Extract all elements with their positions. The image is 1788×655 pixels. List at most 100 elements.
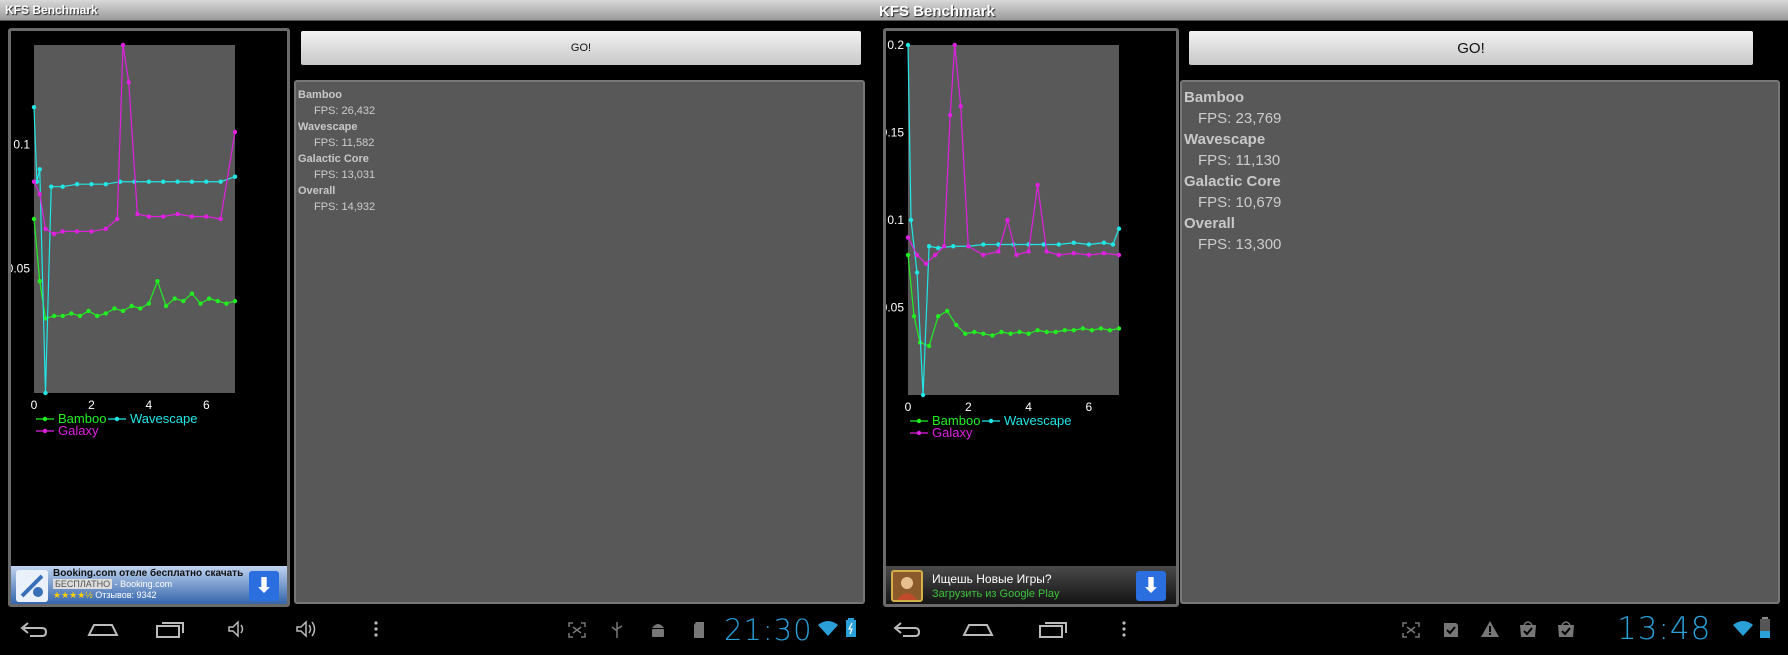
home-icon[interactable] (86, 619, 120, 644)
data-point-wavescape (175, 179, 180, 184)
back-icon[interactable] (891, 619, 921, 644)
data-point-galaxy (1086, 252, 1092, 258)
data-point-bamboo (972, 329, 977, 335)
download-arrow-icon[interactable]: ⬇ (1136, 571, 1166, 601)
data-point-bamboo (155, 278, 160, 284)
ad-banner[interactable]: Booking.com отеле бесплатно скачать БЕСП… (11, 566, 287, 604)
x-tick-label: 6 (203, 398, 210, 412)
result-fps: FPS: 10,679 (1198, 194, 1282, 211)
data-point-bamboo (215, 298, 220, 304)
menu-icon[interactable] (1119, 619, 1129, 644)
legend-label: Galaxy (932, 425, 973, 440)
result-bamboo: Bamboo FPS: 26,432 (298, 87, 863, 119)
screen-left: KFS Benchmark 0.1 0.05 0 2 4 6 Bamboo Wavescape… (0, 0, 877, 655)
data-point-wavescape (132, 179, 137, 184)
data-point-galaxy (1101, 251, 1107, 256)
bag-check-icon (1518, 619, 1538, 644)
result-name: Wavescape (298, 121, 358, 133)
data-point-bamboo (189, 291, 195, 296)
recent-apps-icon[interactable] (1037, 619, 1069, 644)
data-point-galaxy (161, 214, 166, 219)
data-point-galaxy (1071, 251, 1076, 256)
data-point-galaxy (120, 42, 126, 48)
legend-marker (916, 430, 922, 436)
data-point-bamboo (944, 308, 950, 314)
system-navbar: 13:48 (877, 611, 1788, 655)
ad-source-line: БЕСПЛАТНО - Booking.com (53, 579, 172, 589)
ad-banner[interactable]: Ищешь Новые Игры? Загрузить из Google Pl… (886, 566, 1176, 604)
data-point-wavescape (103, 182, 108, 187)
data-point-wavescape (161, 179, 166, 184)
volume-icon[interactable] (226, 619, 250, 644)
y-tick-label: 0.05 (11, 262, 30, 276)
menu-icon[interactable] (371, 619, 381, 644)
go-button[interactable]: GO! (1189, 31, 1753, 65)
result-galactic-core: Galactic Core FPS: 10,679 (1184, 171, 1778, 213)
fps-chart: 0.10.050246BambooWavescapeGalaxy (11, 42, 238, 438)
result-fps: FPS: 13,031 (314, 169, 376, 181)
data-point-bamboo (172, 296, 177, 301)
screen-right: KFS Benchmark 0.2 0.15 0.1 0.05 0 2 4 6 Bamboo Wa… (877, 0, 1788, 655)
data-point-galaxy (905, 235, 911, 240)
ad-title: Ищешь Новые Игры? (932, 572, 1052, 586)
data-point-galaxy (966, 244, 971, 249)
legend-marker (988, 418, 994, 424)
bag-check-icon (1556, 619, 1576, 644)
ad-rating-line: ★★★★½ Отзывов: 9342 (53, 590, 157, 601)
y-tick-label: 0.15 (886, 126, 904, 140)
data-point-wavescape (37, 167, 42, 172)
result-fps: FPS: 11,582 (314, 137, 375, 149)
recent-apps-icon[interactable] (154, 619, 186, 644)
status-clock: 13:48 (1617, 611, 1712, 647)
result-wavescape: Wavescape FPS: 11,130 (1184, 129, 1778, 171)
data-point-galaxy (923, 261, 929, 266)
legend-label: Wavescape (130, 411, 197, 426)
data-point-bamboo (1071, 328, 1076, 333)
data-point-wavescape (218, 179, 223, 184)
result-galactic-core: Galactic Core FPS: 13,031 (298, 151, 863, 183)
legend-marker (42, 416, 48, 422)
data-point-galaxy (204, 214, 209, 219)
data-point-galaxy (996, 249, 1001, 254)
result-fps: FPS: 13,300 (1198, 236, 1282, 253)
android-debug-icon (648, 620, 668, 645)
data-point-bamboo (146, 301, 152, 306)
x-tick-label: 4 (1025, 400, 1032, 414)
x-tick-label: 4 (146, 398, 153, 412)
result-overall: Overall FPS: 14,932 (298, 183, 863, 215)
volume-icon[interactable] (294, 619, 318, 644)
data-point-galaxy (189, 214, 195, 219)
data-point-galaxy (218, 216, 223, 222)
home-icon[interactable] (961, 619, 995, 644)
result-fps: FPS: 23,769 (1198, 110, 1282, 127)
data-point-bamboo (963, 331, 968, 336)
data-point-wavescape (49, 184, 54, 189)
legend-marker (916, 418, 922, 424)
data-point-wavescape (914, 270, 920, 275)
task-check-icon (1441, 620, 1461, 645)
x-tick-label: 2 (965, 400, 972, 414)
data-point-bamboo (77, 313, 83, 319)
plot-area (34, 45, 235, 393)
data-point-bamboo (999, 329, 1004, 335)
y-tick-label: 0.05 (886, 301, 904, 315)
wifi-icon (1732, 619, 1754, 642)
y-tick-label: 0.2 (887, 38, 904, 52)
wifi-icon (817, 619, 839, 642)
data-point-bamboo (129, 303, 134, 309)
data-point-wavescape (204, 179, 209, 184)
data-point-wavescape (920, 392, 926, 398)
data-point-galaxy (914, 252, 920, 258)
data-point-bamboo (1053, 329, 1058, 335)
result-fps: FPS: 14,932 (314, 201, 376, 213)
data-point-bamboo (112, 306, 117, 311)
data-point-bamboo (94, 313, 100, 319)
data-point-galaxy (981, 252, 986, 258)
data-point-bamboo (981, 331, 986, 336)
result-name: Overall (1184, 215, 1235, 232)
go-button[interactable]: GO! (301, 31, 861, 65)
back-icon[interactable] (18, 619, 48, 644)
download-arrow-icon[interactable]: ⬇ (249, 571, 279, 601)
data-point-bamboo (181, 298, 186, 304)
x-tick-label: 6 (1086, 400, 1093, 414)
